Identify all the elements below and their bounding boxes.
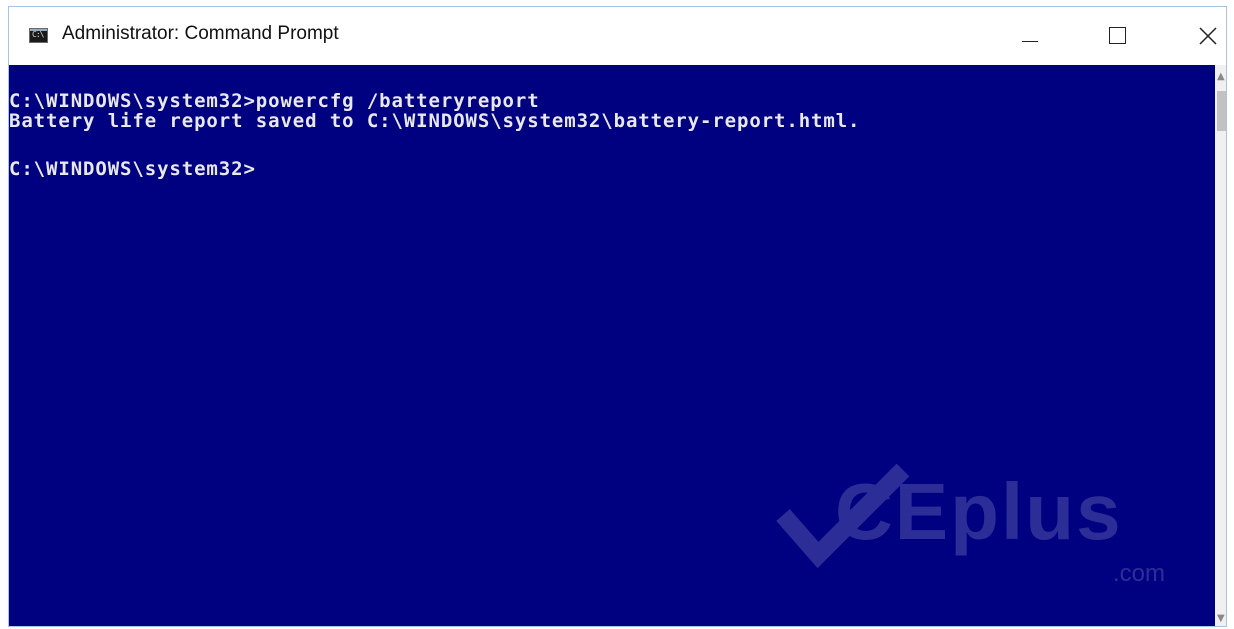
cmd-icon[interactable]: C:\: [29, 28, 48, 43]
maximize-button[interactable]: [1080, 7, 1166, 65]
minimize-icon: [1022, 41, 1038, 42]
watermark-text: CEplus: [835, 467, 1123, 556]
scroll-thumb[interactable]: [1217, 91, 1226, 131]
window-title: Administrator: Command Prompt: [62, 23, 339, 44]
console-prompt-line: C:\WINDOWS\system32>: [9, 158, 256, 180]
command-prompt-window: C:\ Administrator: Command Prompt C:\WIN…: [8, 6, 1227, 627]
watermark-subtext: .com: [1113, 560, 1166, 587]
cmd-icon-label: C:\: [32, 30, 44, 39]
watermark: CEplus .com: [773, 420, 1193, 600]
title-bar[interactable]: C:\ Administrator: Command Prompt: [9, 7, 1226, 65]
scroll-up-icon[interactable]: ▲: [1217, 71, 1225, 82]
console-output[interactable]: C:\WINDOWS\system32>powercfg /batteryrep…: [9, 65, 1215, 626]
close-icon: [1199, 27, 1217, 45]
vertical-scrollbar[interactable]: ▲ ▼: [1215, 65, 1226, 626]
close-button[interactable]: [1161, 7, 1226, 65]
minimize-button[interactable]: [985, 7, 1071, 65]
scroll-down-icon[interactable]: ▼: [1217, 613, 1225, 624]
console-line: Battery life report saved to C:\WINDOWS\…: [9, 110, 861, 132]
maximize-icon: [1109, 27, 1126, 44]
console-line: C:\WINDOWS\system32>powercfg /batteryrep…: [9, 90, 540, 112]
